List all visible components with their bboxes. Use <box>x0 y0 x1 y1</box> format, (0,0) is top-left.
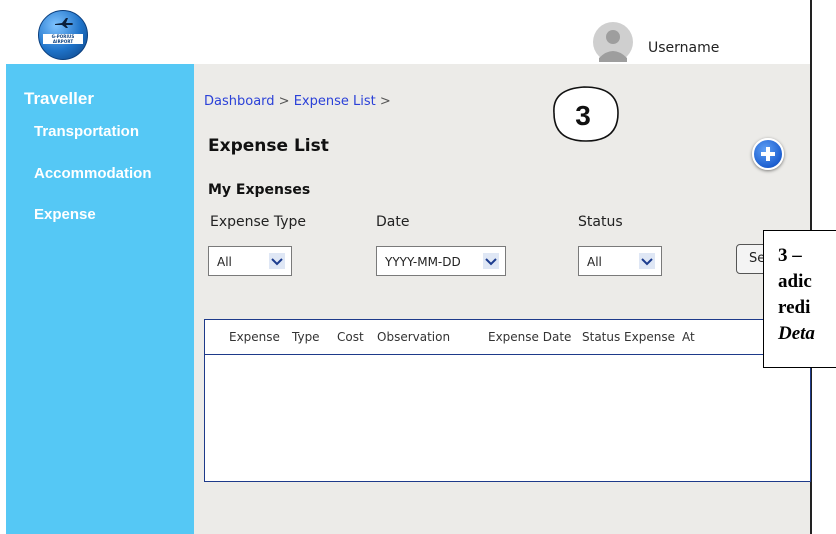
section-title: My Expenses <box>208 182 311 198</box>
plane-icon <box>55 18 73 28</box>
sidebar-item-accommodation[interactable]: Accommodation <box>34 165 152 182</box>
status-label: Status <box>578 214 623 230</box>
add-expense-button[interactable] <box>752 138 784 170</box>
expense-type-value: All <box>217 255 232 269</box>
date-label: Date <box>376 214 410 230</box>
chevron-down-icon <box>483 253 499 269</box>
status-select[interactable]: All <box>578 246 662 276</box>
username-label[interactable]: Username <box>648 40 719 56</box>
col-attachment[interactable]: At <box>682 330 695 344</box>
col-cost[interactable]: Cost <box>337 330 364 344</box>
expense-type-select[interactable]: All <box>208 246 292 276</box>
col-expense[interactable]: Expense <box>229 330 280 344</box>
table-header: Expense Type Cost Observation Expense Da… <box>205 320 810 355</box>
col-status-expense[interactable]: Status Expense <box>582 330 675 344</box>
expense-type-label: Expense Type <box>210 214 307 230</box>
step-bubble: 3 <box>553 86 619 142</box>
user-avatar[interactable] <box>589 22 637 62</box>
chevron-down-icon <box>639 253 655 269</box>
sidebar-title: Traveller <box>24 89 94 108</box>
note-line: Deta <box>778 323 815 344</box>
breadcrumb-expense-list[interactable]: Expense List <box>294 94 376 109</box>
sidebar-item-transportation[interactable]: Transportation <box>34 123 139 140</box>
col-observation[interactable]: Observation <box>377 330 450 344</box>
step-number: 3 <box>575 100 591 131</box>
logo-text: G-PORIUS AIRPORT <box>43 34 83 44</box>
note-line: redi <box>778 297 811 318</box>
note-line: 3 – <box>778 245 802 266</box>
breadcrumb-separator: > <box>375 94 391 109</box>
top-bar: G-PORIUS AIRPORT Username <box>0 0 810 64</box>
note-line: adic <box>778 271 812 292</box>
annotation-note: 3 – adic redi Deta <box>763 230 836 368</box>
page-title: Expense List <box>208 136 329 156</box>
user-avatar-icon <box>593 22 633 62</box>
sidebar-item-expense[interactable]: Expense <box>34 206 96 223</box>
airport-logo[interactable]: G-PORIUS AIRPORT <box>38 10 88 60</box>
sidebar: Traveller Transportation Accommodation E… <box>6 64 194 534</box>
date-value: YYYY-MM-DD <box>385 255 461 269</box>
status-value: All <box>587 255 602 269</box>
main-content: Dashboard > Expense List > Expense List … <box>194 64 816 534</box>
breadcrumb-dashboard[interactable]: Dashboard <box>204 94 275 109</box>
col-expense-date[interactable]: Expense Date <box>488 330 571 344</box>
breadcrumb: Dashboard > Expense List > <box>204 94 391 109</box>
col-type[interactable]: Type <box>292 330 320 344</box>
expense-table: Expense Type Cost Observation Expense Da… <box>204 319 811 482</box>
chevron-down-icon <box>269 253 285 269</box>
breadcrumb-separator: > <box>274 94 294 109</box>
date-select[interactable]: YYYY-MM-DD <box>376 246 506 276</box>
